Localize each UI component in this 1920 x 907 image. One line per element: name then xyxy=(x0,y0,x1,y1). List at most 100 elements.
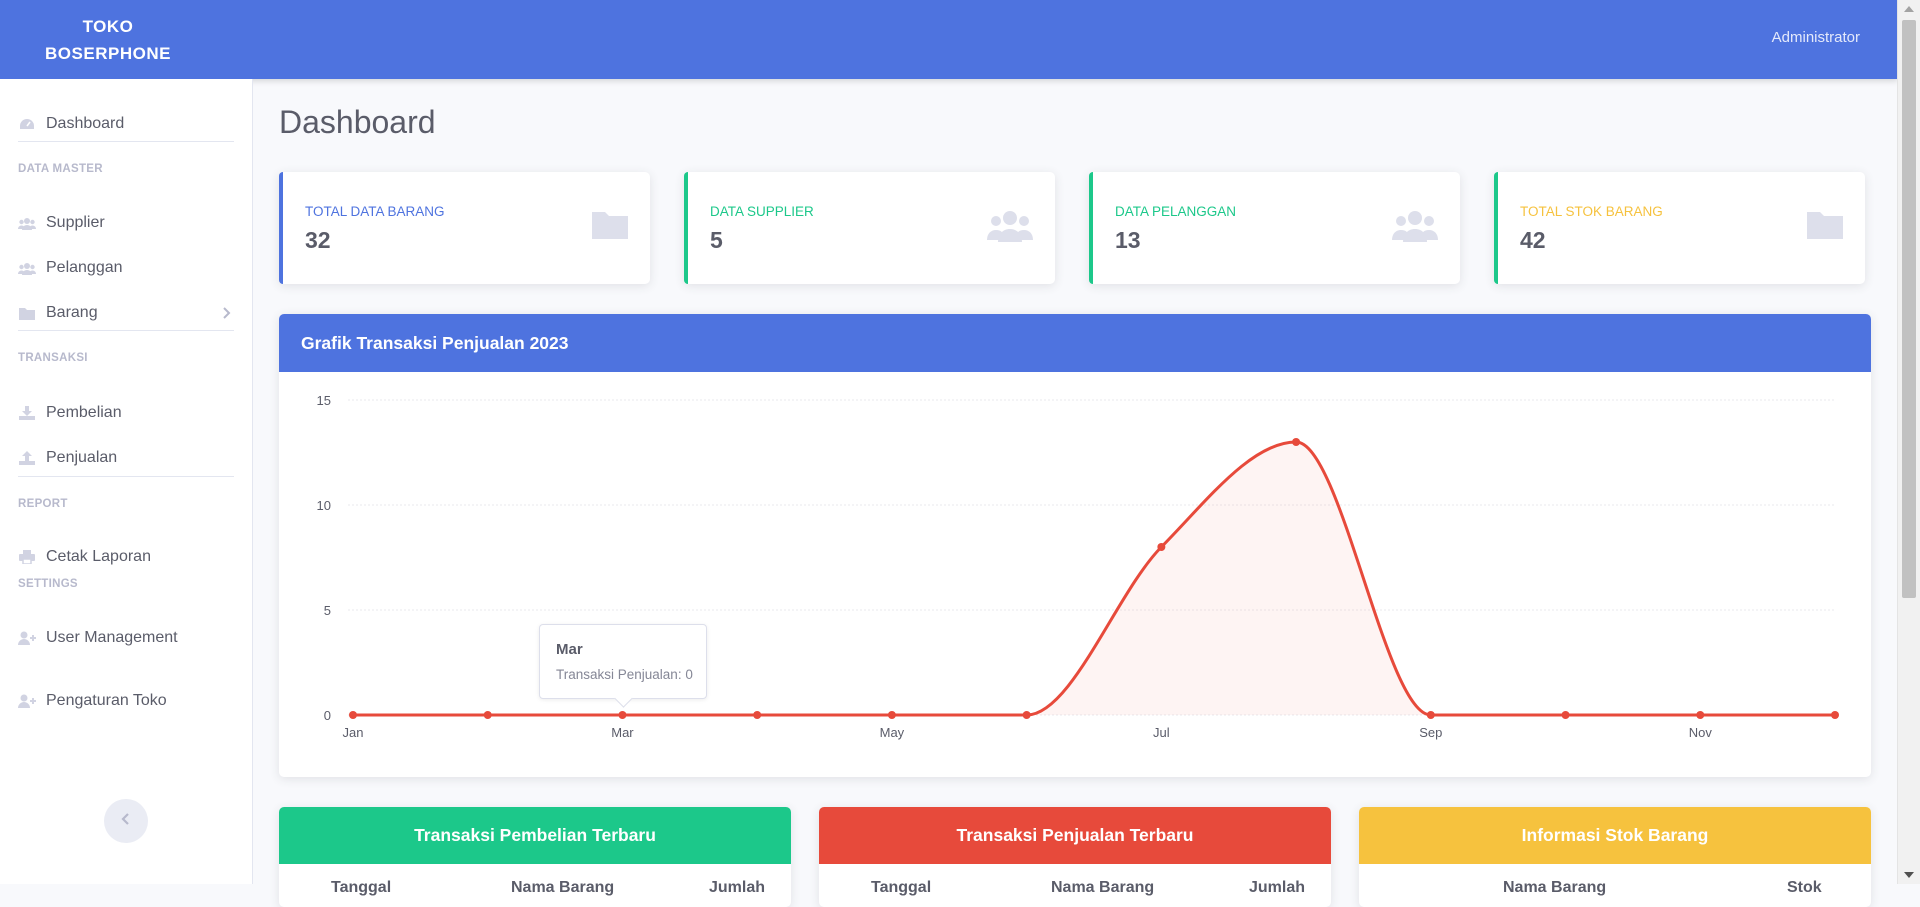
table-column-header[interactable]: Tanggal xyxy=(331,879,391,897)
section-title-settings: SETTINGS xyxy=(18,578,78,590)
scroll-down-arrow[interactable] xyxy=(1904,872,1914,878)
card-title: Informasi Stok Barang xyxy=(1359,807,1871,864)
sidebar-item-penjualan[interactable]: Penjualan xyxy=(18,444,234,472)
scroll-thumb[interactable] xyxy=(1902,20,1916,598)
stat-card-value: 13 xyxy=(1115,227,1141,253)
stat-card: DATA SUPPLIER 5 xyxy=(684,172,1055,284)
data-point[interactable] xyxy=(483,711,492,719)
stat-card-value: 5 xyxy=(710,227,723,253)
sidebar-item-cetak-laporan[interactable]: Cetak Laporan xyxy=(18,543,234,571)
x-tick-label: Jan xyxy=(343,725,364,740)
data-point[interactable] xyxy=(1831,711,1839,719)
section-title-transaksi: TRANSAKSI xyxy=(18,352,88,364)
data-point[interactable] xyxy=(349,711,357,719)
sidebar-divider xyxy=(18,330,234,331)
sidebar-toggle-button[interactable] xyxy=(104,799,148,843)
table-header-row: Nama Barang Stok xyxy=(1359,864,1871,907)
sidebar-item-label: Barang xyxy=(46,304,98,321)
topbar: TOKO BOSERPHONE Administrator xyxy=(0,0,1898,79)
x-tick-label: May xyxy=(880,725,905,740)
data-point[interactable] xyxy=(1292,438,1301,446)
table-header-row: Tanggal Nama Barang Jumlah xyxy=(819,864,1331,907)
sidebar-divider xyxy=(18,476,234,477)
sidebar-item-label: Dashboard xyxy=(46,115,125,132)
download-icon xyxy=(18,406,36,420)
chart-card: Grafik Transaksi Penjualan 2023 0 5 10 15 Ja… xyxy=(279,314,1871,777)
data-point[interactable] xyxy=(1696,711,1705,719)
data-point[interactable] xyxy=(1561,711,1570,719)
stat-card-accent xyxy=(1494,172,1498,284)
chart-tooltip: Mar Transaksi Penjualan: 0 xyxy=(539,624,707,708)
table-column-header[interactable]: Tanggal xyxy=(871,879,931,897)
print-icon xyxy=(18,550,36,564)
sidebar-item-label: Pelanggan xyxy=(46,259,123,276)
tachometer-icon xyxy=(18,117,36,131)
stat-card-label: DATA PELANGGAN xyxy=(1115,204,1237,219)
users-icon xyxy=(987,210,1033,247)
y-tick-label: 15 xyxy=(317,393,331,408)
brand-logo[interactable]: TOKO BOSERPHONE xyxy=(0,0,216,79)
sidebar-item-barang[interactable]: Barang xyxy=(18,299,234,327)
sales-line-chart[interactable]: 0 5 10 15 Jan Mar May Jul Sep Nov xyxy=(279,372,1871,777)
sidebar-item-label: Cetak Laporan xyxy=(46,548,151,565)
card-title: Transaksi Pembelian Terbaru xyxy=(279,807,791,864)
x-tick-label: Sep xyxy=(1419,725,1442,740)
sidebar-item-pembelian[interactable]: Pembelian xyxy=(18,399,234,427)
table-column-header[interactable]: Jumlah xyxy=(1249,879,1305,897)
section-title-report: REPORT xyxy=(18,498,68,510)
stat-card-accent xyxy=(1089,172,1093,284)
sidebar-item-label: Supplier xyxy=(46,214,105,231)
card-title: Transaksi Penjualan Terbaru xyxy=(819,807,1331,864)
recent-table-card: Transaksi Penjualan Terbaru Tanggal Nama B… xyxy=(819,807,1331,907)
stat-card-label: TOTAL DATA BARANG xyxy=(305,204,445,219)
sidebar: Dashboard DATA MASTER Supplier Pelanggan… xyxy=(0,79,253,884)
sidebar-item-pelanggan[interactable]: Pelanggan xyxy=(18,254,234,282)
sidebar-item-pengaturan-toko[interactable]: Pengaturan Toko xyxy=(18,687,234,715)
users-icon xyxy=(18,216,36,230)
sidebar-item-supplier[interactable]: Supplier xyxy=(18,209,234,237)
table-column-header[interactable]: Nama Barang xyxy=(1503,879,1606,897)
page-title: Dashboard xyxy=(279,104,436,140)
folder-icon xyxy=(592,210,628,244)
y-tick-label: 5 xyxy=(324,603,331,618)
folder-icon xyxy=(18,306,36,320)
section-title-data-master: DATA MASTER xyxy=(18,163,103,175)
table-column-header[interactable]: Jumlah xyxy=(709,879,765,897)
chart-title: Grafik Transaksi Penjualan 2023 xyxy=(279,314,1871,372)
data-point[interactable] xyxy=(1022,711,1031,719)
sidebar-item-label: Pembelian xyxy=(46,404,122,421)
stat-card: DATA PELANGGAN 13 xyxy=(1089,172,1460,284)
data-point[interactable] xyxy=(1157,543,1166,551)
stat-card-label: TOTAL STOK BARANG xyxy=(1520,204,1663,219)
sidebar-item-label: Penjualan xyxy=(46,449,118,466)
x-tick-label: Nov xyxy=(1689,725,1713,740)
scroll-up-arrow[interactable] xyxy=(1904,6,1914,12)
stat-card: TOTAL STOK BARANG 42 xyxy=(1494,172,1865,284)
sidebar-item-dashboard[interactable]: Dashboard xyxy=(18,110,234,138)
y-tick-label: 0 xyxy=(324,708,331,723)
table-column-header[interactable]: Nama Barang xyxy=(1051,879,1154,897)
data-point[interactable] xyxy=(1426,711,1435,719)
sidebar-divider xyxy=(18,141,234,142)
sidebar-item-user-management[interactable]: User Management xyxy=(18,624,234,652)
table-column-header[interactable]: Stok xyxy=(1787,879,1822,897)
tooltip-title: Mar xyxy=(556,641,583,658)
data-point[interactable] xyxy=(887,711,896,719)
user-menu[interactable]: Administrator xyxy=(1772,29,1860,46)
chevron-left-icon xyxy=(121,812,131,831)
sidebar-item-label: User Management xyxy=(46,629,178,646)
tooltip-body: Transaksi Penjualan: 0 xyxy=(556,667,693,682)
data-point[interactable] xyxy=(618,711,627,719)
x-tick-label: Jul xyxy=(1153,725,1170,740)
brand-line-2: BOSERPHONE xyxy=(45,43,171,63)
y-tick-label: 10 xyxy=(317,498,331,513)
stat-card-accent xyxy=(684,172,688,284)
page-scrollbar[interactable] xyxy=(1897,0,1920,884)
stat-card: TOTAL DATA BARANG 32 xyxy=(279,172,650,284)
table-column-header[interactable]: Nama Barang xyxy=(511,879,614,897)
brand-line-1: TOKO xyxy=(82,16,134,36)
data-point[interactable] xyxy=(753,711,762,719)
recent-table-card: Informasi Stok Barang Nama Barang Stok xyxy=(1359,807,1871,907)
users-icon xyxy=(1392,210,1438,247)
stat-card-value: 32 xyxy=(305,227,331,253)
